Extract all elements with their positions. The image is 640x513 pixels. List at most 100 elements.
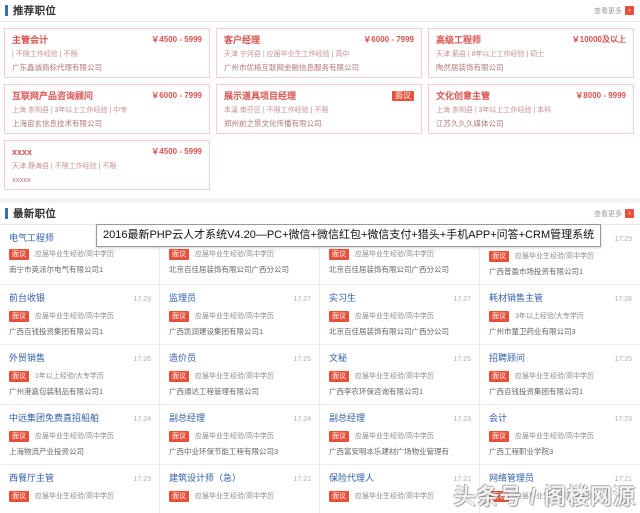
recommended-job-card[interactable]: 主管会计 ￥4500 - 5999 | 不限工作经验 | 不限 广东鑫诚商标代理有限公… [4,28,210,78]
recommended-more-group[interactable]: 查看更多 › [594,6,634,16]
job-title[interactable]: 耗材销售主管 [489,292,543,304]
cell-meta-row: 面议 应届毕业生经验/高中学历 [489,371,632,382]
chevron-right-icon[interactable]: › [625,209,634,218]
job-title[interactable]: 造价员 [169,352,196,364]
job-title[interactable]: 展示道具项目经理 [224,90,296,102]
company-name[interactable]: 广州港嘉包装制品有限公司1 [9,387,151,397]
recommended-more-link[interactable]: 查看更多 [594,6,622,16]
cell-title-row: 会计 17:23 [489,412,632,426]
company-name[interactable]: 北京百佳居装饰有限公司广西分公司 [169,265,311,275]
job-title[interactable]: 西餐厅主管 [9,472,54,484]
latest-job-cell[interactable]: 前台收银 17:29 面议 应届毕业生经验/高中学历 广西百钱投资集团有限公司1 [0,285,160,344]
cell-title-row: 监理员 17:27 [169,292,311,306]
company-name[interactable]: 广西李农环保咨询有限公司1 [329,387,471,397]
job-title[interactable]: 高级工程师 [436,34,481,46]
latest-job-cell[interactable]: 副总经理 17:24 面议 应届毕业生经验/高中学历 广西中业环保节能工程有限公司3 [160,405,320,464]
recommended-job-card[interactable]: xxxx ￥4500 - 5999 天津 静海县 | 不限工作经验 | 不限 xxxx… [4,140,210,190]
latest-more-link[interactable]: 查看更多 [594,209,622,219]
latest-job-cell[interactable]: 保险代理人 17:21 面议 应届毕业生经验/高中学历 [320,465,480,513]
company-name[interactable]: 广东鑫诚商标代理有限公司 [12,63,202,73]
job-title[interactable]: 会计 [489,412,507,424]
job-requirements: 应届毕业生经验/高中学历 [195,432,274,440]
salary-negotiable-badge: 面议 [169,371,189,382]
cell-title-row: 造价员 17:25 [169,352,311,366]
job-title[interactable]: 中远集团免费直招船舶 [9,412,99,424]
job-title[interactable]: 副总经理 [169,412,205,424]
job-title[interactable]: 互联网产品咨询顾问 [12,90,93,102]
latest-job-cell[interactable]: 招聘顾问 17:25 面议 应届毕业生经验/高中学历 广西百钱投资集团有限公司1 [480,345,640,404]
chevron-right-icon[interactable]: › [625,6,634,15]
cell-title-row: 副总经理 17:24 [169,412,311,426]
company-name[interactable]: 江苏久久久媒体公司 [436,119,626,129]
latest-job-cell[interactable]: 网络管理员 17:21 面议 应届毕业生经验/高中学历 [480,465,640,513]
salary-negotiable-badge: 面议 [329,371,349,382]
job-title[interactable]: 前台收银 [9,292,45,304]
post-time: 17:25 [614,356,632,363]
cell-meta-row: 面议 应届毕业生经验/高中学历 [329,311,471,322]
job-requirements: 应届毕业生经验/高中学历 [515,372,594,380]
card-title-row: 客户经理 ￥6000 - 7999 [224,34,414,46]
salary-negotiable-badge: 面议 [392,91,414,101]
company-name[interactable]: 北京百佳居装饰有限公司广西分公司 [329,327,471,337]
job-title[interactable]: 监理员 [169,292,196,304]
post-time: 17:21 [453,476,471,483]
latest-section-title: 最新职位 [13,208,57,220]
latest-more-group[interactable]: 查看更多 › [594,209,634,219]
company-name[interactable]: 广西百钱投资集团有限公司1 [489,387,632,397]
job-title[interactable]: 外贸销售 [9,352,45,364]
latest-job-cell[interactable]: 外贸销售 17:26 面议 1年以上经验/大专学历 广州港嘉包装制品有限公司1 [0,345,160,404]
latest-job-cell[interactable]: 会计 17:23 面议 应届毕业生经验/高中学历 广西工程职业学院3 [480,405,640,464]
company-name[interactable]: 陶然居装饰有限公司 [436,63,626,73]
latest-job-cell[interactable]: 中远集团免费直招船舶 17:24 面议 应届毕业生经验/高中学历 上海物流产业投资公司 [0,405,160,464]
company-name[interactable]: 广西通达工程管理有限公司 [169,387,311,397]
latest-job-cell[interactable]: 西餐厅主管 17:23 面议 应届毕业生经验/高中学历 [0,465,160,513]
company-name[interactable]: xxxxx [12,175,202,185]
company-name[interactable]: 上海物流产业投资公司 [9,447,151,457]
job-title[interactable]: 实习生 [329,292,356,304]
job-title[interactable]: 招聘顾问 [489,352,525,364]
salary-range: ￥10000及以上 [571,35,626,44]
job-title[interactable]: 主管会计 [12,34,48,46]
company-name[interactable]: 上海宙玄信息技术有限公司 [12,119,202,129]
latest-job-cell[interactable]: 造价员 17:25 面议 应届毕业生经验/高中学历 广西通达工程管理有限公司 [160,345,320,404]
post-time: 17:21 [614,476,632,483]
latest-job-cell[interactable]: 监理员 17:27 面议 应届毕业生经验/高中学历 广西凯润建设集团有限公司1 [160,285,320,344]
latest-job-cell[interactable]: 耗材销售主管 17:26 面议 3年以上经验/大专学历 广州市童卫药业有限公司3 [480,285,640,344]
latest-job-cell[interactable]: 副总经理 17:23 面议 应届毕业生经验/高中学历 广西富安明本乐建材广场物业管理有 [320,405,480,464]
salary-negotiable-badge: 面议 [329,311,349,322]
latest-job-cell[interactable]: 文秘 17:25 面议 应届毕业生经验/高中学历 广西李农环保咨询有限公司1 [320,345,480,404]
recommended-card-placeholder [428,140,634,190]
job-title[interactable]: 网络管理员 [489,472,534,484]
company-name[interactable]: 广西中业环保节能工程有限公司3 [169,447,311,457]
company-name[interactable]: 广西百钱投资集团有限公司1 [9,327,151,337]
company-name[interactable]: 广西凯润建设集团有限公司1 [169,327,311,337]
post-time: 17:24 [293,416,311,423]
job-title[interactable]: 保险代理人 [329,472,374,484]
recommended-job-card[interactable]: 展示道具项目经理 面议 本溪 南芬区 | 不限工作经验 | 不限 郑州前之景文化传播有… [216,84,422,134]
job-title[interactable]: 文秘 [329,352,347,364]
post-time: 17:23 [614,416,632,423]
company-name[interactable]: 广西工程职业学院3 [489,447,632,457]
company-name[interactable]: 郑州前之景文化传播有限公司 [224,119,414,129]
recommended-job-card[interactable]: 高级工程师 ￥10000及以上 天津 蓟县 | 8年以上工作经验 | 硕士 陶然居装饰… [428,28,634,78]
recommended-job-card[interactable]: 客户经理 ￥6000 - 7999 天津 宁河县 | 应届毕业生工作经验 | 高中广… [216,28,422,78]
job-title[interactable]: 副总经理 [329,412,365,424]
latest-job-cell[interactable]: 建筑设计师（急） 17:21 面议 应届毕业生经验/高中学历 [160,465,320,513]
latest-job-cell[interactable]: 实习生 17:27 面议 应届毕业生经验/高中学历 北京百佳居装饰有限公司广西分公司 [320,285,480,344]
job-title[interactable]: 电气工程师 [9,232,54,244]
company-name[interactable]: 广州市优格互联网金融信息服务有限公司 [224,63,414,73]
company-name[interactable]: 南宁市英派尔电气有限公司1 [9,265,151,275]
company-name[interactable]: 北京百佳居装饰有限公司广西分公司 [329,265,471,275]
company-name[interactable]: 广西富安明本乐建材广场物业管理有 [329,447,471,457]
job-title[interactable]: 建筑设计师（急） [169,472,241,484]
recommended-job-card[interactable]: 文化创意主管 ￥8000 - 9999 上海 崇明县 | 3年以上工作经验 | 本科… [428,84,634,134]
company-name[interactable]: 广西普盈市场投资有限公司1 [489,267,632,277]
company-name[interactable]: 广州市童卫药业有限公司3 [489,327,632,337]
recommended-job-card[interactable]: 互联网产品咨询顾问 ￥6000 - 7999 上海 崇明县 | 3年以上工作经验 |… [4,84,210,134]
job-requirements: 应届毕业生经验/高中学历 [35,312,114,320]
job-title[interactable]: 客户经理 [224,34,260,46]
job-title[interactable]: xxxx [12,146,32,158]
job-title[interactable]: 文化创意主管 [436,90,490,102]
cell-title-row: 副总经理 17:23 [329,412,471,426]
cell-meta-row: 面议 应届毕业生经验/高中学历 [169,249,311,260]
